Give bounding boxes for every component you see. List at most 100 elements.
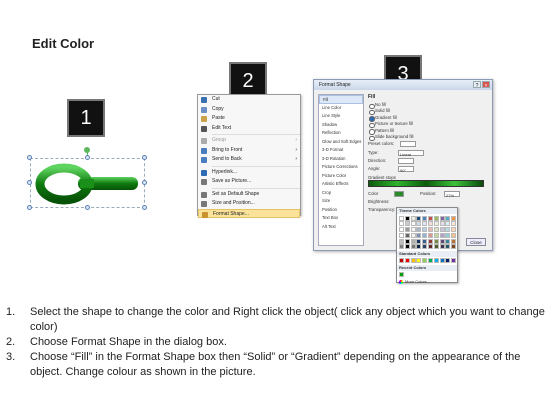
color-swatch[interactable] [427,227,433,233]
type-dropdown[interactable]: Linear [398,149,424,157]
direction-dropdown[interactable] [398,158,414,165]
color-swatch[interactable] [416,238,422,244]
category-item[interactable]: Glow and Soft Edges [319,138,363,147]
color-swatch[interactable] [433,244,439,250]
color-swatch[interactable] [427,221,433,227]
color-swatch[interactable] [451,258,457,264]
color-swatch[interactable] [410,227,416,233]
color-swatch[interactable] [439,221,445,227]
color-swatch[interactable] [427,244,433,250]
color-swatch[interactable] [427,238,433,244]
color-swatch[interactable] [445,244,451,250]
help-button[interactable]: ? [473,81,481,89]
color-swatch[interactable] [422,244,428,250]
color-swatch[interactable] [416,232,422,238]
menu-item-hyperlink[interactable]: Hyperlink... [198,168,300,178]
category-item[interactable]: Size [319,197,363,206]
color-swatch[interactable] [404,244,410,250]
color-swatch[interactable] [422,221,428,227]
color-swatch[interactable] [451,221,457,227]
color-swatch[interactable] [410,221,416,227]
color-swatch[interactable] [416,258,422,264]
color-swatch[interactable] [399,238,404,244]
color-swatch[interactable] [404,232,410,238]
color-swatch[interactable] [404,227,410,233]
more-colors-item[interactable]: More Colors... [397,279,457,285]
color-swatch[interactable] [399,227,404,233]
color-swatch[interactable] [410,244,416,250]
category-item[interactable]: Line Style [319,112,363,121]
color-swatch[interactable] [439,258,445,264]
color-swatch[interactable] [422,232,428,238]
color-swatch[interactable] [445,238,451,244]
color-swatch[interactable] [427,215,433,221]
color-swatch[interactable] [410,232,416,238]
color-swatch[interactable] [427,258,433,264]
category-item[interactable]: Shadow [319,121,363,130]
menu-item-bring-to-front[interactable]: Bring to Front › [198,146,300,156]
category-item[interactable]: Fill [319,95,363,104]
category-item[interactable]: Picture Color [319,172,363,181]
color-swatch[interactable] [399,272,404,278]
color-swatch[interactable] [433,258,439,264]
menu-item-send-to-back[interactable]: Send to Back › [198,155,300,165]
color-swatch[interactable] [422,227,428,233]
color-swatch[interactable] [433,221,439,227]
color-swatch[interactable] [404,215,410,221]
category-item[interactable]: Alt Text [319,223,363,232]
color-swatch[interactable] [433,232,439,238]
category-item[interactable]: 3-D Format [319,146,363,155]
angle-input[interactable]: 90° [398,166,414,173]
category-item[interactable]: Text Box [319,214,363,223]
color-swatch[interactable] [404,238,410,244]
chain-link-shape[interactable] [27,147,150,210]
color-swatch[interactable] [399,258,404,264]
color-swatch[interactable] [399,215,404,221]
color-swatch[interactable] [404,258,410,264]
color-swatch[interactable] [439,244,445,250]
color-swatch[interactable] [439,232,445,238]
color-swatch[interactable] [439,227,445,233]
color-swatch[interactable] [410,258,416,264]
close-window-button[interactable]: × [482,81,490,89]
color-swatch[interactable] [451,227,457,233]
category-item[interactable]: Crop [319,189,363,198]
color-swatch[interactable] [433,238,439,244]
color-swatch[interactable] [416,215,422,221]
color-swatch[interactable] [422,238,428,244]
color-swatch[interactable] [451,232,457,238]
color-swatch[interactable] [410,238,416,244]
color-swatch[interactable] [445,258,451,264]
color-picker-button[interactable] [394,190,404,197]
color-swatch[interactable] [399,244,404,250]
color-swatch[interactable] [445,221,451,227]
position-input[interactable]: 27% [444,190,460,198]
menu-item-save-as-picture[interactable]: Save as Picture... [198,177,300,187]
color-swatch[interactable] [416,244,422,250]
category-item[interactable]: Picture Corrections [319,163,363,172]
menu-item-paste[interactable]: Paste [198,114,300,124]
color-swatch[interactable] [445,215,451,221]
color-swatch[interactable] [416,227,422,233]
color-swatch[interactable] [433,227,439,233]
color-swatch[interactable] [404,221,410,227]
color-swatch[interactable] [433,215,439,221]
color-swatch[interactable] [451,238,457,244]
color-swatch[interactable] [399,232,404,238]
close-button[interactable]: Close [466,238,486,246]
color-swatch[interactable] [445,232,451,238]
color-swatch[interactable] [410,215,416,221]
color-swatch[interactable] [427,232,433,238]
menu-item-copy[interactable]: Copy [198,105,300,115]
category-item[interactable]: Position [319,206,363,215]
menu-item-format-shape[interactable]: Format Shape... [198,208,300,218]
color-swatch[interactable] [445,227,451,233]
color-swatch[interactable] [399,221,404,227]
menu-item-edit-text[interactable]: Edit Text [198,124,300,134]
menu-item-cut[interactable]: Cut [198,95,300,105]
color-swatch[interactable] [416,221,422,227]
color-swatch[interactable] [439,238,445,244]
menu-item-size-and-position[interactable]: Size and Position... [198,199,300,209]
color-swatch[interactable] [451,244,457,250]
color-swatch[interactable] [451,215,457,221]
